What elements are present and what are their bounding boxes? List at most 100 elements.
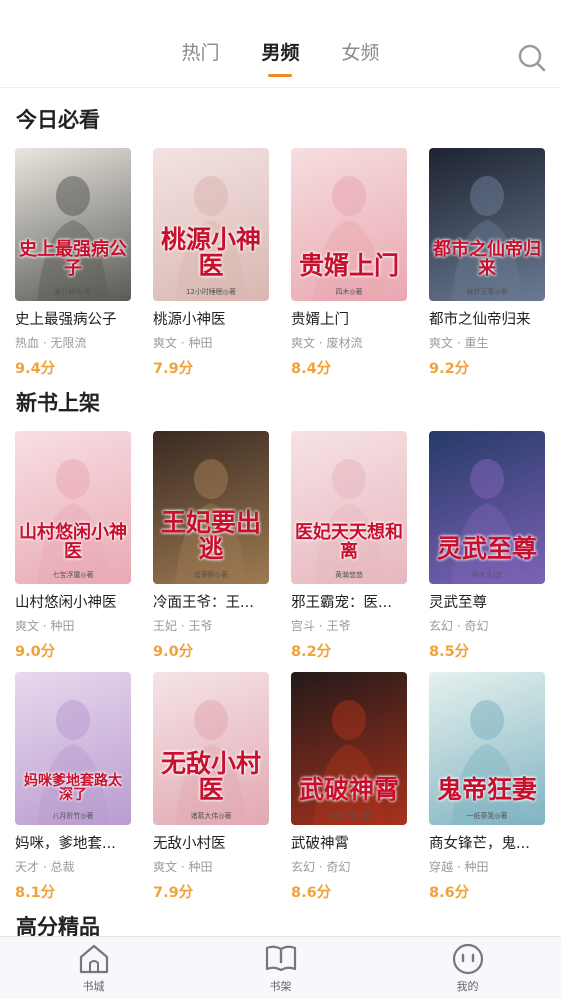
book-score: 9.0分 [153,644,194,660]
book-cover[interactable]: 贵婿上门四木◎著 [291,148,407,301]
book-score: 7.9分 [153,361,194,377]
cover-title: 武破神霄 [298,774,399,804]
book-tags: 热血 · 无限流 [15,336,87,350]
book-card[interactable]: 史上最强病公子 夏日蝉鸣/著 史上最强病公子 热血 · 无限流 9.4分 [15,148,131,378]
book-cover[interactable]: 无敌小村医诸葛大伟◎著 [153,672,269,825]
book-score: 8.6分 [291,885,332,901]
cover-title: 妈咪爹地套路太深了 [24,772,122,804]
book-cover[interactable]: 王妃要出逃蛋黄酥◎著 [153,431,269,584]
book-tags: 王妃 · 王爷 [153,619,213,633]
book-tags: 爽文 · 废材流 [291,336,363,350]
nav-mine[interactable]: 我的 [413,937,523,999]
book-cover[interactable]: 妈咪爹地套路太深了八月折竹◎著 [15,672,131,825]
book-score: 9.0分 [15,644,56,660]
cover-author: 一纸荼笺◎著 [466,812,508,820]
book-card[interactable]: 鬼帝狂妻一纸荼笺◎著商女锋芒，鬼... 穿越 · 种田 8.6分 [429,672,545,902]
cover-title: 王妃要出逃 [160,507,261,563]
book-card[interactable]: 医妃天天想和离黄瀚悠悠邪王霸宠：医... 宫斗 · 王爷 8.2分 [291,431,407,661]
cover-title: 史上最强病公子 [19,239,127,280]
nav-bookshelf[interactable]: 书架 [226,937,336,999]
book-cover[interactable]: 史上最强病公子夏日蝉鸣/著 [15,148,131,301]
cover-author: 诸葛大伟◎著 [190,812,232,820]
tab-female[interactable]: 女频 [340,38,382,65]
book-tags: 宫斗 · 王爷 [291,619,351,633]
cover-title: 灵武至尊 [436,533,537,563]
cover-author: 八月折竹◎著 [52,812,94,820]
book-score: 8.2分 [291,644,332,660]
book-card[interactable]: 灵武至尊 孙大王/文 灵武至尊 玄幻 · 奇幻 8.5分 [429,431,545,661]
book-tags: 穿越 · 种田 [429,860,489,874]
book-cover[interactable]: 医妃天天想和离黄瀚悠悠 [291,431,407,584]
book-title[interactable]: 灵武至尊 [429,591,545,612]
book-icon [263,942,299,976]
book-card[interactable]: 桃源小神医 12小时睡眠◎著 桃源小神医 爽文 · 种田 7.9分 [153,148,269,378]
cover-author: 夏日蝉鸣/著 [54,288,92,296]
book-tags: 爽文 · 重生 [429,336,489,350]
book-score: 8.1分 [15,885,56,901]
cover-title: 鬼帝狂妻 [436,774,537,804]
book-card[interactable]: 贵婿上门 四木◎著 贵婿上门 爽文 · 废材流 8.4分 [291,148,407,378]
book-card[interactable]: 武破神霄 作者：殇川至 武破神霄 玄幻 · 奇幻 8.6分 [291,672,407,902]
book-title[interactable]: 商女锋芒，鬼... [429,832,545,853]
book-cover[interactable]: 都市之仙帝归来候梦无事◎著 [429,148,545,301]
section-title-today: 今日必看 [16,108,100,132]
cover-author: 作者：殇川至 [328,812,370,820]
cover-title: 医妃天天想和离 [295,522,403,563]
nav-bookstore[interactable]: 书城 [39,937,149,999]
cover-author: 黄瀚悠悠 [335,571,363,579]
book-title[interactable]: 桃源小神医 [153,308,269,329]
top-tab-bar: 热门 男频 女频 [0,0,561,88]
cover-author: 候梦无事◎著 [466,288,508,296]
home-icon [76,942,112,976]
book-tags: 爽文 · 种田 [15,619,75,633]
book-title[interactable]: 贵婿上门 [291,308,407,329]
book-title[interactable]: 史上最强病公子 [15,308,131,329]
book-cover[interactable]: 鬼帝狂妻一纸荼笺◎著 [429,672,545,825]
section-title-new: 新书上架 [16,391,100,415]
book-score: 9.4分 [15,361,56,377]
tab-male[interactable]: 男频 [259,38,301,65]
search-icon[interactable] [517,43,547,73]
book-score: 8.5分 [429,644,470,660]
book-grid-new-row2: 妈咪爹地套路太深了 八月折竹◎著 妈咪，爹地套... 天才 · 总裁 8.1分 无敌小村医… [15,672,545,902]
nav-mine-label: 我的 [456,980,479,993]
tab-hot[interactable]: 热门 [179,38,221,65]
book-tags: 玄幻 · 奇幻 [291,860,351,874]
book-grid-new-row1: 山村悠闲小神医 七宝浮屠◎著 山村悠闲小神医 爽文 · 种田 9.0分 王妃要出逃 蛋黄酥◎… [15,431,545,661]
book-grid-today: 史上最强病公子 夏日蝉鸣/著 史上最强病公子 热血 · 无限流 9.4分 桃源小神医 12小… [15,148,545,378]
book-card[interactable]: 无敌小村医 诸葛大伟◎著 无敌小村医 爽文 · 种田 7.9分 [153,672,269,902]
book-card[interactable]: 都市之仙帝归来 候梦无事◎著 都市之仙帝归来 爽文 · 重生 9.2分 [429,148,545,378]
book-tags: 爽文 · 种田 [153,860,213,874]
book-cover[interactable]: 灵武至尊孙大王/文 [429,431,545,584]
channel-tabs: 热门 男频 女频 [0,38,561,65]
book-title[interactable]: 武破神霄 [291,832,407,853]
book-card[interactable]: 妈咪爹地套路太深了 八月折竹◎著 妈咪，爹地套... 天才 · 总裁 8.1分 [15,672,131,902]
book-card[interactable]: 山村悠闲小神医 七宝浮屠◎著 山村悠闲小神医 爽文 · 种田 9.0分 [15,431,131,661]
book-score: 8.4分 [291,361,332,377]
cover-title: 山村悠闲小神医 [19,522,127,563]
cover-author: 蛋黄酥◎著 [193,571,229,579]
book-cover[interactable]: 武破神霄作者：殇川至 [291,672,407,825]
nav-bookstore-label: 书城 [82,980,105,993]
cover-author: 四木◎著 [335,288,363,296]
cover-title: 桃源小神医 [160,224,261,280]
bottom-nav: 书城 书架 我的 [0,936,561,999]
book-tags: 玄幻 · 奇幻 [429,619,489,633]
book-cover[interactable]: 山村悠闲小神医七宝浮屠◎著 [15,431,131,584]
book-title[interactable]: 冷面王爷：王... [153,591,269,612]
book-title[interactable]: 妈咪，爹地套... [15,832,131,853]
book-title[interactable]: 都市之仙帝归来 [429,308,545,329]
book-card[interactable]: 王妃要出逃蛋黄酥◎著冷面王爷：王... 王妃 · 王爷 9.0分 [153,431,269,661]
cover-author: 七宝浮屠◎著 [52,571,94,579]
book-title[interactable]: 无敌小村医 [153,832,269,853]
cover-title: 贵婿上门 [298,250,399,280]
book-score: 7.9分 [153,885,194,901]
book-score: 8.6分 [429,885,470,901]
book-title[interactable]: 邪王霸宠：医... [291,591,407,612]
cover-title: 无敌小村医 [160,748,261,804]
book-cover[interactable]: 桃源小神医 12小时睡眠◎著 [153,148,269,301]
cover-author: 孙大王/文 [471,571,503,579]
book-title[interactable]: 山村悠闲小神医 [15,591,131,612]
cover-author: 12小时睡眠◎著 [185,288,236,296]
cover-title: 都市之仙帝归来 [433,239,541,280]
